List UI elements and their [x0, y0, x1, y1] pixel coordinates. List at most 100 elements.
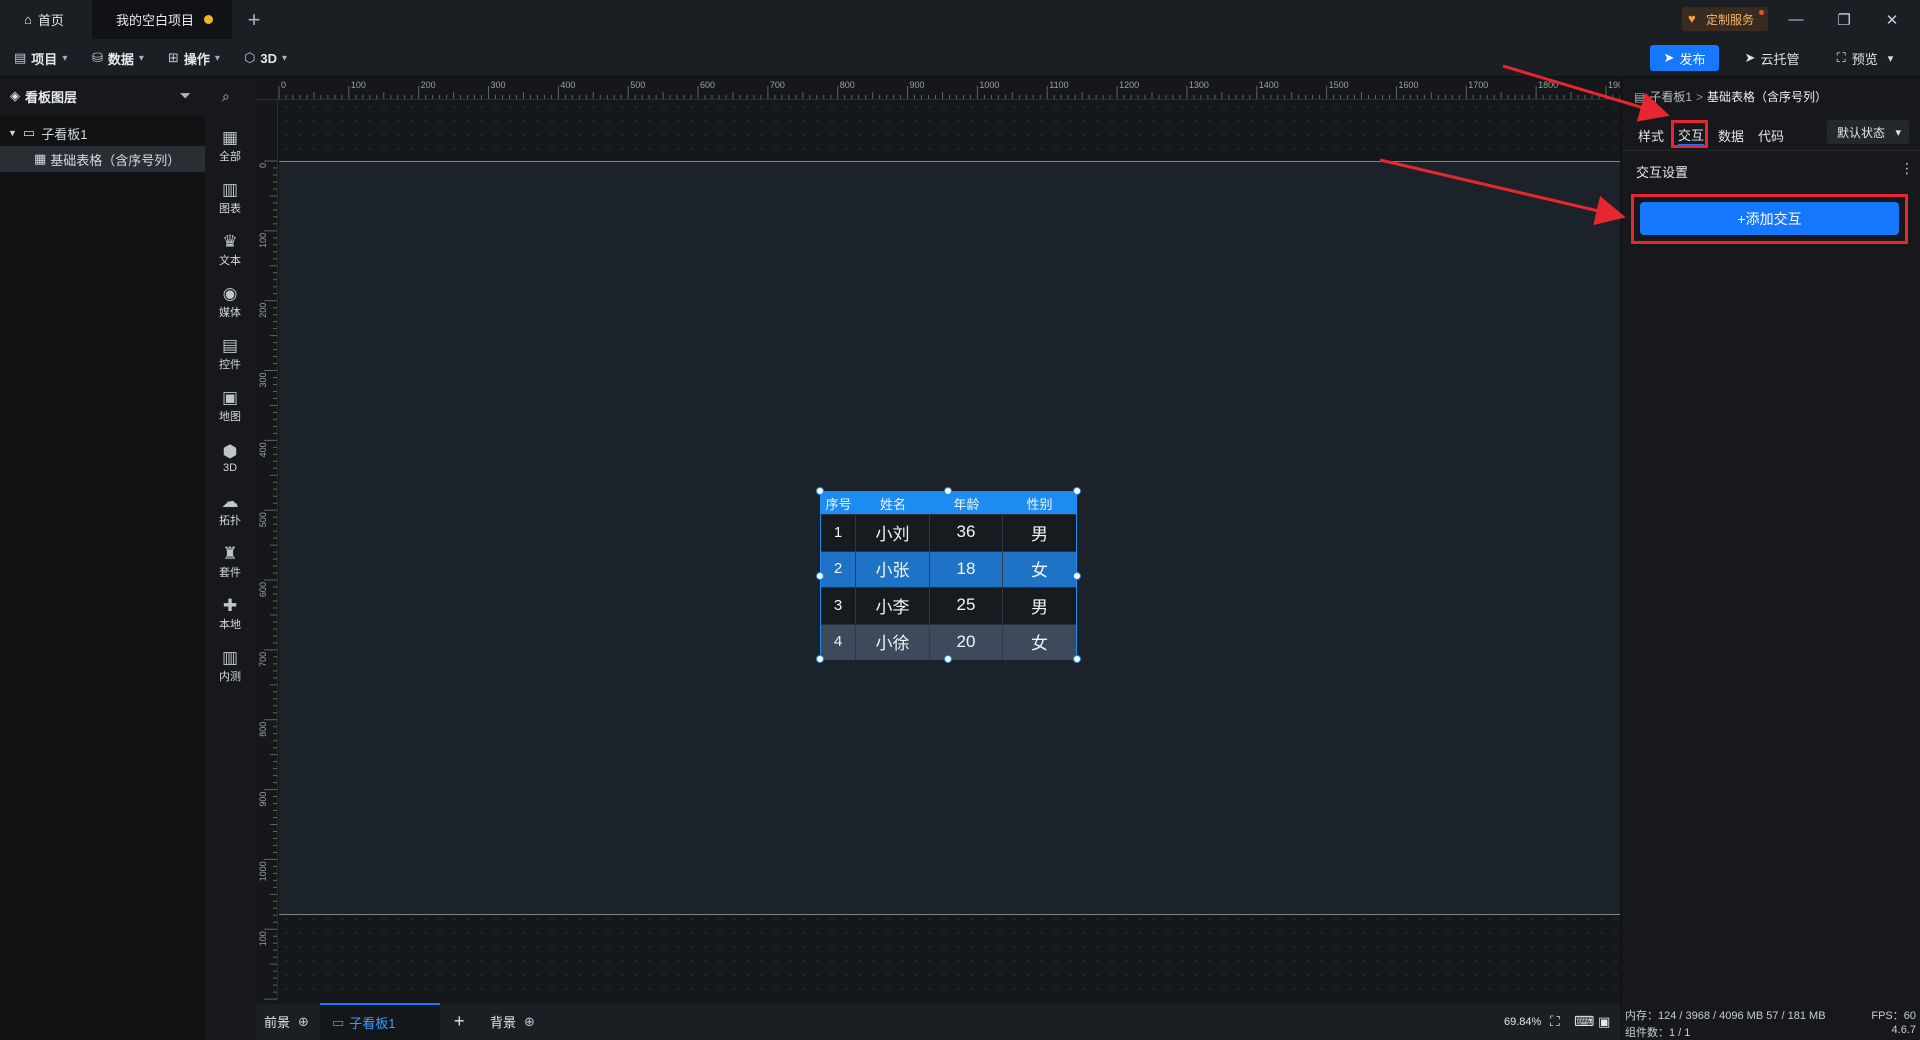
send-icon: ➤ [1663, 50, 1675, 65]
add-circle-icon[interactable]: ⊕ [298, 1014, 309, 1030]
resize-handle[interactable] [816, 572, 824, 580]
state-select[interactable]: 默认状态 ▾ [1827, 120, 1909, 144]
tab-style[interactable]: 样式 [1638, 124, 1664, 146]
search-icon[interactable]: ⌕ [222, 88, 230, 105]
ruler-top-label: 1100 [1049, 80, 1068, 90]
component-category-3d[interactable]: ⬢ 3D [205, 434, 255, 482]
restore-icon: ❐ [1837, 11, 1851, 29]
table-header-cell: 姓名 [879, 496, 906, 512]
ruler-left-label: 300 [258, 373, 268, 388]
grid-icon: ⊞ [168, 50, 179, 65]
terminal-icon[interactable]: ▣ [1598, 1003, 1610, 1040]
preview-button[interactable]: ⛶ 预览 ▾ [1820, 45, 1910, 71]
keyboard-icon[interactable]: ⌨ [1574, 1003, 1594, 1040]
ruler-top-label: 100 [351, 80, 366, 90]
caret-down-icon: ▼ [8, 128, 17, 138]
resize-handle[interactable] [1073, 487, 1081, 495]
publish-button[interactable]: ➤ 发布 [1650, 45, 1719, 71]
database-icon: ⛁ [92, 50, 103, 65]
bottom-bar: 前景 ⊕ ▭ 子看板1 + 背景 ⊕ 69.84% ⛶ ⌨ ▣ [256, 1003, 1620, 1040]
component-category-control[interactable]: ▤ 控件 [205, 330, 255, 378]
more-icon[interactable]: ⋮ [1900, 160, 1914, 177]
resize-handle[interactable] [944, 487, 952, 495]
ruler-left-label: 700 [258, 652, 268, 667]
restore-button[interactable]: ❐ [1822, 0, 1866, 39]
table-cell: 18 [930, 550, 1003, 587]
tab-code[interactable]: 代码 [1758, 124, 1784, 146]
ruler-horizontal: 0 100 200 300 400 500 600 700 800 900 1000 1100 1200… [256, 78, 1620, 100]
fullscreen-icon: ⛶ [1836, 50, 1846, 65]
menu-data[interactable]: ⛁ 数据 ▾ [92, 39, 144, 77]
fit-screen-icon[interactable]: ⛶ [1550, 1003, 1560, 1040]
custom-service-button[interactable]: ♥ 定制服务 [1682, 7, 1768, 31]
chevron-down-icon: ▾ [138, 52, 144, 64]
chevron-down-icon: ▾ [1895, 126, 1901, 139]
ruler-top-label: 1800 [1538, 80, 1558, 90]
highlight-box-tab [1671, 120, 1708, 148]
layer-item-board[interactable]: ▼ ▭ 子看板1 [0, 120, 205, 146]
basic-table-component[interactable]: 序号 姓名 年龄 性别 1 小刘 36 男 2 小张 18 女 3 小李 25 男 4 小徐 20 女 [816, 487, 1081, 663]
zoom-level[interactable]: 69.84% [1504, 1003, 1541, 1040]
tab-project-label: 我的空白项目 [116, 13, 195, 28]
control-icon: ▤ [221, 336, 239, 355]
ruler-top-label: 1400 [1259, 80, 1279, 90]
heart-icon: ♥ [1688, 11, 1696, 26]
cloud-hosting-button[interactable]: ➤ 云托管 [1732, 45, 1812, 71]
layer-item-table[interactable]: ▦ 基础表格（含序号列） [0, 146, 205, 172]
ruler-vertical: 0 100 200 300 400 500 600 700 800 900 1000 100 [256, 100, 278, 1002]
notification-dot-icon [1759, 10, 1764, 15]
tab-data[interactable]: 数据 [1718, 124, 1744, 146]
table-cell: 男 [1031, 597, 1048, 617]
table-cell: 女 [1031, 634, 1048, 654]
component-category-map[interactable]: ▣ 地图 [205, 382, 255, 430]
component-category-all[interactable]: ▦ 全部 [205, 122, 255, 170]
ruler-top-label: 1600 [1398, 80, 1418, 90]
menu-operation[interactable]: ⊞ 操作 ▾ [168, 39, 220, 77]
component-category-topology[interactable]: ☁ 拓扑 [205, 486, 255, 534]
component-category-beta[interactable]: ▥ 内测 [205, 642, 255, 690]
component-category-label: 3D [222, 462, 238, 474]
resize-handle[interactable] [944, 655, 952, 663]
layer-table-label: 基础表格（含序号列） [50, 152, 181, 168]
component-category-text[interactable]: ♛ 文本 [205, 226, 255, 274]
breadcrumb-parent[interactable]: 子看板1 [1649, 88, 1692, 105]
table-cell: 女 [1031, 561, 1048, 581]
add-tab-button[interactable]: + [242, 0, 266, 39]
filter-icon[interactable]: ⏷ [180, 88, 190, 104]
add-board-button[interactable]: + [454, 1003, 465, 1040]
board-tab[interactable]: ▭ 子看板1 [320, 1003, 440, 1040]
map-icon: ▣ [221, 388, 239, 407]
properties-panel: ▤ 子看板1 > 基础表格（含序号列） 样式 交互 数据 代码 默认状态 ▾ 交… [1621, 78, 1920, 1040]
ruler-top-label: 500 [630, 80, 645, 90]
menu-project-label: 项目 [31, 51, 58, 67]
component-category-label: 内测 [219, 671, 241, 683]
component-count: 组件数：1 / 1 [1625, 1027, 1691, 1039]
close-button[interactable]: ✕ [1870, 0, 1914, 39]
local-icon: ✚ [222, 596, 238, 615]
resize-handle[interactable] [1073, 655, 1081, 663]
tab-home[interactable]: ⌂ 首页 [0, 0, 92, 39]
table-cell: 男 [1031, 524, 1048, 544]
component-category-media[interactable]: ◉ 媒体 [205, 278, 255, 326]
resize-handle[interactable] [1073, 572, 1081, 580]
3d-icon: ⬢ [222, 442, 238, 461]
resize-handle[interactable] [816, 655, 824, 663]
component-category-label: 套件 [219, 567, 241, 579]
ruler-left-label: 100 [258, 233, 268, 248]
menu-3d[interactable]: ⬡ 3D ▾ [244, 39, 287, 77]
component-category-local[interactable]: ✚ 本地 [205, 590, 255, 638]
foreground-tab[interactable]: 前景 ⊕ [264, 1003, 309, 1040]
add-circle-icon[interactable]: ⊕ [524, 1014, 535, 1030]
resize-handle[interactable] [816, 487, 824, 495]
ruler-top-label: 300 [491, 80, 506, 90]
background-tab[interactable]: 背景 ⊕ [490, 1003, 535, 1040]
component-category-suite[interactable]: ♜ 套件 [205, 538, 255, 586]
component-category-chart[interactable]: ▥ 图表 [205, 174, 255, 222]
board-icon: ▤ [1634, 89, 1646, 104]
media-icon: ◉ [222, 284, 238, 303]
table-header-cell: 序号 [825, 496, 852, 512]
menu-project[interactable]: ▤ 项目 ▾ [14, 39, 67, 77]
minimize-button[interactable]: — [1774, 0, 1818, 39]
component-category-label: 拓扑 [219, 515, 241, 527]
tab-project[interactable]: 我的空白项目 [92, 0, 232, 39]
